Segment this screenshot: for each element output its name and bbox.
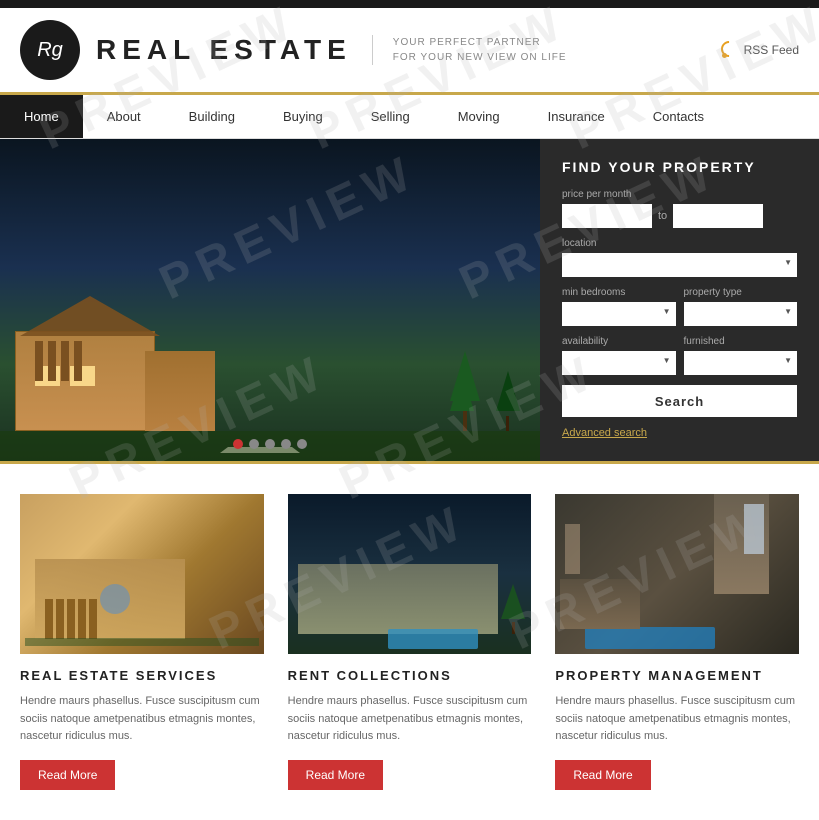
slide-dots: [233, 439, 307, 449]
nav-home[interactable]: Home: [0, 95, 83, 138]
furnished-select[interactable]: Yes No: [684, 351, 798, 375]
site-title: REAL ESTATE: [96, 34, 352, 66]
card-1: REAL ESTATE SERVICES Hendre maurs phasel…: [20, 494, 264, 790]
card-3-image: [555, 494, 799, 654]
cards-section: REAL ESTATE SERVICES Hendre maurs phasel…: [0, 461, 819, 820]
logo: Rg: [20, 20, 80, 80]
search-button[interactable]: Search: [562, 385, 797, 417]
advanced-search-link[interactable]: Advanced search: [562, 427, 647, 439]
site-tagline: YOUR PERFECT PARTNER FOR YOUR NEW VIEW O…: [372, 35, 567, 65]
slide-dot-3[interactable]: [265, 439, 275, 449]
slide-dot-5[interactable]: [297, 439, 307, 449]
card-2-text: Hendre maurs phasellus. Fusce suscipitus…: [288, 693, 532, 746]
rss-label: RSS Feed: [744, 43, 799, 57]
location-row: location Downtown Suburbs Rural: [562, 238, 797, 277]
card-2-title: RENT COLLECTIONS: [288, 668, 532, 683]
nav-building[interactable]: Building: [165, 95, 259, 138]
property-type-label: property type: [684, 287, 798, 298]
slide-dot-2[interactable]: [249, 439, 259, 449]
card-3-text: Hendre maurs phasellus. Fusce suscipitus…: [555, 693, 799, 746]
card-3: PROPERTY MANAGEMENT Hendre maurs phasell…: [555, 494, 799, 790]
card-3-read-more[interactable]: Read More: [555, 760, 650, 790]
site-header: Rg REAL ESTATE YOUR PERFECT PARTNER FOR …: [0, 8, 819, 95]
bedrooms-type-row: min bedrooms 1 2 3 4+ property type: [562, 287, 797, 326]
search-panel: FIND YOUR PROPERTY price per month to lo…: [540, 139, 819, 461]
price-from-input[interactable]: [562, 204, 652, 228]
availability-label: availability: [562, 336, 676, 347]
slide-dot-1[interactable]: [233, 439, 243, 449]
nav-buying[interactable]: Buying: [259, 95, 347, 138]
card-1-read-more[interactable]: Read More: [20, 760, 115, 790]
nav-contacts[interactable]: Contacts: [629, 95, 728, 138]
to-label: to: [658, 210, 667, 222]
logo-text: Rg: [37, 39, 63, 62]
card-1-text: Hendre maurs phasellus. Fusce suscipitus…: [20, 693, 264, 746]
nav-selling[interactable]: Selling: [347, 95, 434, 138]
card-2-image: [288, 494, 532, 654]
card-1-image: [20, 494, 264, 654]
furnished-group: furnished Yes No: [684, 336, 798, 375]
top-bar: [0, 0, 819, 8]
nav-moving[interactable]: Moving: [434, 95, 524, 138]
slide-dot-4[interactable]: [281, 439, 291, 449]
min-bedrooms-select[interactable]: 1 2 3 4+: [562, 302, 676, 326]
property-type-group: property type House Apartment Condo: [684, 287, 798, 326]
rss-area[interactable]: RSS Feed: [722, 42, 799, 58]
hero-image: [0, 139, 540, 461]
location-label: location: [562, 238, 797, 249]
price-to-input[interactable]: [673, 204, 763, 228]
availability-furnished-row: availability Immediate 30 days furnished…: [562, 336, 797, 375]
min-bedrooms-group: min bedrooms 1 2 3 4+: [562, 287, 676, 326]
card-2-read-more[interactable]: Read More: [288, 760, 383, 790]
price-row: to: [562, 204, 797, 228]
search-title: FIND YOUR PROPERTY: [562, 159, 797, 175]
main-nav: Home About Building Buying Selling Movin…: [0, 95, 819, 139]
min-bedrooms-label: min bedrooms: [562, 287, 676, 298]
property-type-select[interactable]: House Apartment Condo: [684, 302, 798, 326]
card-2: RENT COLLECTIONS Hendre maurs phasellus.…: [288, 494, 532, 790]
hero-section: FIND YOUR PROPERTY price per month to lo…: [0, 139, 819, 461]
rss-icon: [722, 42, 738, 58]
availability-group: availability Immediate 30 days: [562, 336, 676, 375]
nav-about[interactable]: About: [83, 95, 165, 138]
price-label: price per month: [562, 189, 797, 200]
furnished-label: furnished: [684, 336, 798, 347]
nav-insurance[interactable]: Insurance: [524, 95, 629, 138]
location-select[interactable]: Downtown Suburbs Rural: [562, 253, 797, 277]
availability-select[interactable]: Immediate 30 days: [562, 351, 676, 375]
card-3-title: PROPERTY MANAGEMENT: [555, 668, 799, 683]
card-1-title: REAL ESTATE SERVICES: [20, 668, 264, 683]
